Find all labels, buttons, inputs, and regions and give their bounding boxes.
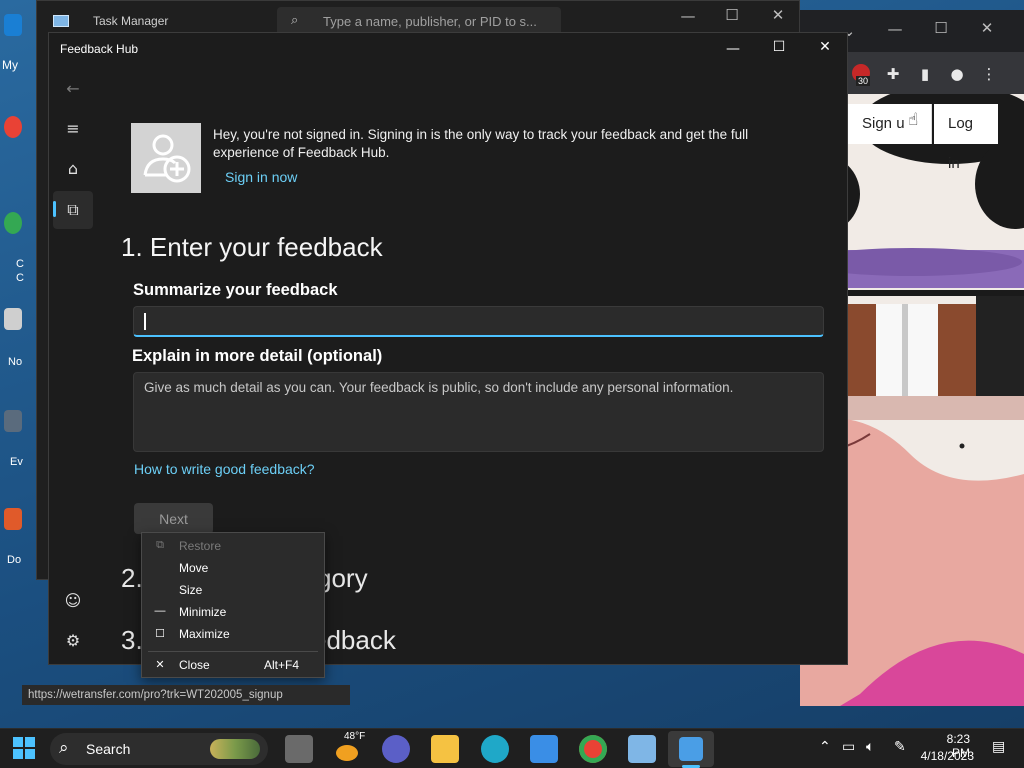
desktop-icon-label: My <box>2 58 18 72</box>
desktop-icon-label: No <box>8 356 23 368</box>
step-2-title-prefix: 2. <box>121 563 143 593</box>
desktop-icon[interactable] <box>0 410 24 462</box>
microsoft-store-icon[interactable] <box>530 735 558 763</box>
browser-status-url: https://wetransfer.com/pro?trk=WT202005_… <box>22 685 350 705</box>
detail-textarea[interactable] <box>133 372 824 452</box>
how-to-write-feedback-link[interactable]: How to write good feedback? <box>134 461 315 477</box>
sign-up-button[interactable]: Sign u <box>848 104 932 144</box>
desktop-icon[interactable] <box>0 212 24 264</box>
summary-input[interactable] <box>133 306 824 337</box>
teams-chat-icon[interactable] <box>382 735 410 763</box>
volume-icon[interactable]: 🔈︎ <box>866 739 874 755</box>
task-manager-search-placeholder: Type a name, publisher, or PID to s... <box>323 14 537 29</box>
hand-cursor-icon: ☝ <box>908 110 919 130</box>
minimize-icon[interactable]: — <box>677 7 699 25</box>
pen-icon[interactable]: ✎ <box>894 739 906 755</box>
detail-label: Explain in more detail (optional) <box>132 347 383 365</box>
feedback-icon[interactable]: ⧉ <box>61 198 85 222</box>
home-icon[interactable]: ⌂ <box>61 157 85 181</box>
window-context-menu: ⧉ Restore Move Size — Minimize ☐ Maximiz… <box>141 532 325 678</box>
context-menu-restore: ⧉ Restore <box>142 535 324 557</box>
next-button[interactable]: Next <box>134 503 213 534</box>
chrome-icon[interactable] <box>579 735 607 763</box>
context-menu-divider <box>148 651 318 652</box>
log-in-button[interactable]: Log in <box>934 104 998 172</box>
desktop-icon[interactable] <box>0 308 24 360</box>
more-icon[interactable]: ⋮ <box>979 65 999 83</box>
desktop-icon-label: Ev <box>10 456 23 468</box>
hamburger-menu-icon[interactable]: ≡ <box>61 117 85 141</box>
desktop-icon-label: C <box>16 258 24 270</box>
sidebar-icon[interactable]: ▮ <box>915 65 935 83</box>
desktop-icon[interactable] <box>0 508 24 560</box>
taskbar-search-label: Search <box>86 741 131 757</box>
taskbar: ⌕ Search 48°F ⌃ ▭ 🔈︎ ✎ 8:23 PM 4/18/2023… <box>0 728 1024 768</box>
edge-browser-icon[interactable] <box>481 735 509 763</box>
task-manager-title: Task Manager <box>93 14 169 28</box>
profile-icon[interactable]: ● <box>947 65 967 83</box>
minimize-icon[interactable]: — <box>723 41 743 57</box>
search-highlight-icon <box>210 739 260 759</box>
puzzle-icon[interactable]: ✚ <box>883 65 903 83</box>
notification-icon[interactable]: ▤ <box>992 739 1005 755</box>
user-add-icon <box>143 134 191 183</box>
search-icon: ⌕ <box>59 738 69 758</box>
context-menu-size[interactable]: Size <box>142 579 324 601</box>
add-user-icon[interactable]: ☺ <box>61 589 85 613</box>
extension-badge: 30 <box>856 76 871 86</box>
maximize-icon[interactable]: ☐ <box>769 39 789 55</box>
context-menu-label: Size <box>179 583 203 597</box>
weather-temperature: 48°F <box>344 731 366 742</box>
context-menu-close[interactable]: ✕ Close Alt+F4 <box>142 654 324 676</box>
task-view-icon[interactable] <box>285 735 313 763</box>
window-title: Feedback Hub <box>60 42 139 56</box>
context-menu-label: Restore <box>179 539 222 553</box>
context-menu-label: Maximize <box>179 627 230 641</box>
windows-start-icon[interactable] <box>13 737 35 759</box>
maximize-icon[interactable]: ☐ <box>930 19 952 37</box>
sun-icon <box>336 745 358 761</box>
context-menu-label: Minimize <box>179 605 227 619</box>
maximize-icon: ☐ <box>155 628 165 640</box>
desktop-icon-label: C <box>16 272 24 284</box>
desktop-icon-label: Do <box>7 554 22 566</box>
task-manager-icon <box>53 15 69 27</box>
context-menu-move[interactable]: Move <box>142 557 324 579</box>
step-1-title: 1. Enter your feedback <box>121 232 383 262</box>
feedback-hub-taskbar-icon <box>679 737 703 761</box>
nav-active-indicator <box>53 201 56 217</box>
text-caret <box>144 313 146 330</box>
back-arrow-icon[interactable]: ← <box>61 77 85 101</box>
minimize-icon[interactable]: — <box>884 20 906 38</box>
context-menu-label: Close <box>179 658 210 672</box>
context-menu-minimize[interactable]: — Minimize <box>142 601 324 623</box>
task-manager-taskbar-icon[interactable] <box>628 735 656 763</box>
settings-gear-icon[interactable]: ⚙ <box>61 629 85 653</box>
step-3-title-prefix: 3. <box>121 625 143 655</box>
maximize-icon[interactable]: ☐ <box>721 6 743 24</box>
taskbar-search-box[interactable]: ⌕ Search <box>50 733 268 765</box>
close-icon: ✕ <box>155 659 165 671</box>
context-menu-maximize[interactable]: ☐ Maximize <box>142 623 324 645</box>
context-menu-label: Move <box>179 561 209 575</box>
desktop-icon[interactable] <box>0 116 24 168</box>
sign-in-now-link[interactable]: Sign in now <box>225 169 297 185</box>
context-menu-shortcut: Alt+F4 <box>264 658 300 672</box>
summary-label: Summarize your feedback <box>133 281 338 299</box>
close-icon[interactable]: ✕ <box>815 39 835 55</box>
network-icon[interactable]: ▭ <box>842 739 855 755</box>
file-explorer-icon[interactable] <box>431 735 459 763</box>
restore-icon: ⧉ <box>156 539 164 551</box>
minimize-icon: — <box>154 605 166 617</box>
signin-message: Hey, you're not signed in. Signing in is… <box>213 127 749 160</box>
clock-date[interactable]: 4/18/2023 <box>918 749 974 763</box>
close-icon[interactable]: ✕ <box>767 6 789 24</box>
close-icon[interactable]: ✕ <box>976 19 998 37</box>
search-icon: ⌕ <box>291 13 299 28</box>
avatar <box>131 123 201 193</box>
chevron-up-icon[interactable]: ⌃ <box>819 739 831 755</box>
